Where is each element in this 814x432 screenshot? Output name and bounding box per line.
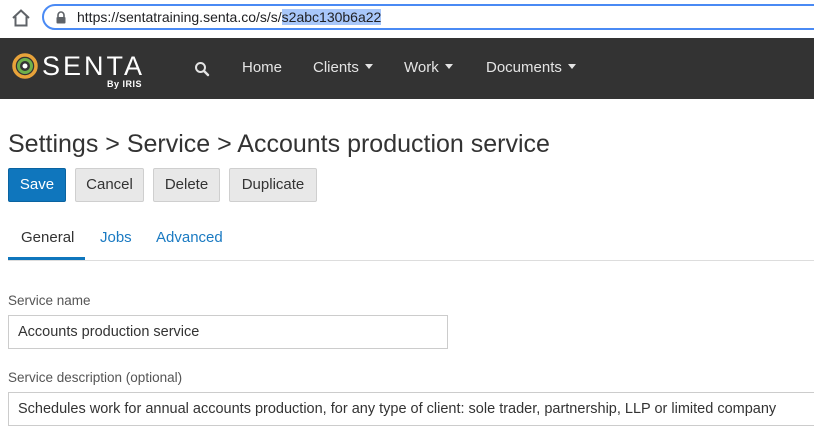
chevron-down-icon: [567, 64, 576, 69]
tab-general[interactable]: General: [8, 220, 85, 260]
chevron-down-icon: [364, 64, 373, 69]
home-icon[interactable]: [10, 7, 32, 29]
service-description-label: Service description (optional): [8, 370, 183, 385]
service-name-label: Service name: [8, 293, 91, 308]
page-title: Settings > Service > Accounts production…: [8, 130, 550, 158]
nav-home[interactable]: Home: [242, 58, 282, 78]
nav-documents-label: Documents: [486, 59, 562, 76]
duplicate-button[interactable]: Duplicate: [229, 168, 317, 202]
lock-icon: [55, 11, 67, 24]
nav-home-label: Home: [242, 59, 283, 76]
nav-work[interactable]: Work: [404, 58, 453, 78]
tab-advanced[interactable]: Advanced: [156, 220, 223, 260]
tab-bar: General Jobs Advanced: [8, 220, 814, 261]
nav-clients[interactable]: Clients: [313, 58, 373, 78]
senta-logo[interactable]: SENTA By IRIS: [12, 50, 152, 90]
search-icon[interactable]: [194, 61, 210, 77]
save-button[interactable]: Save: [8, 168, 66, 202]
url-base: https://sentatraining.senta.co/s/s/: [77, 9, 282, 25]
browser-toolbar: https://sentatraining.senta.co/s/s/s2abc…: [0, 0, 814, 36]
url-text: https://sentatraining.senta.co/s/s/s2abc…: [77, 9, 382, 26]
logo-text: SENTA: [42, 51, 146, 81]
logo-subtext: By IRIS: [107, 79, 143, 89]
tab-jobs[interactable]: Jobs: [100, 220, 132, 260]
url-selected: s2abc130b6a22: [281, 9, 382, 25]
service-name-input[interactable]: Accounts production service: [8, 315, 448, 349]
service-description-input[interactable]: Schedules work for annual accounts produ…: [8, 392, 814, 426]
chevron-down-icon: [444, 64, 453, 69]
nav-work-label: Work: [404, 59, 439, 76]
address-bar[interactable]: https://sentatraining.senta.co/s/s/s2abc…: [42, 4, 814, 30]
app-navbar: SENTA By IRIS Home Clients Work Document…: [0, 38, 814, 99]
delete-button[interactable]: Delete: [153, 168, 220, 202]
cancel-button[interactable]: Cancel: [75, 168, 144, 202]
senta-logo-icon: [12, 53, 38, 79]
nav-documents[interactable]: Documents: [486, 58, 576, 78]
nav-clients-label: Clients: [313, 59, 359, 76]
